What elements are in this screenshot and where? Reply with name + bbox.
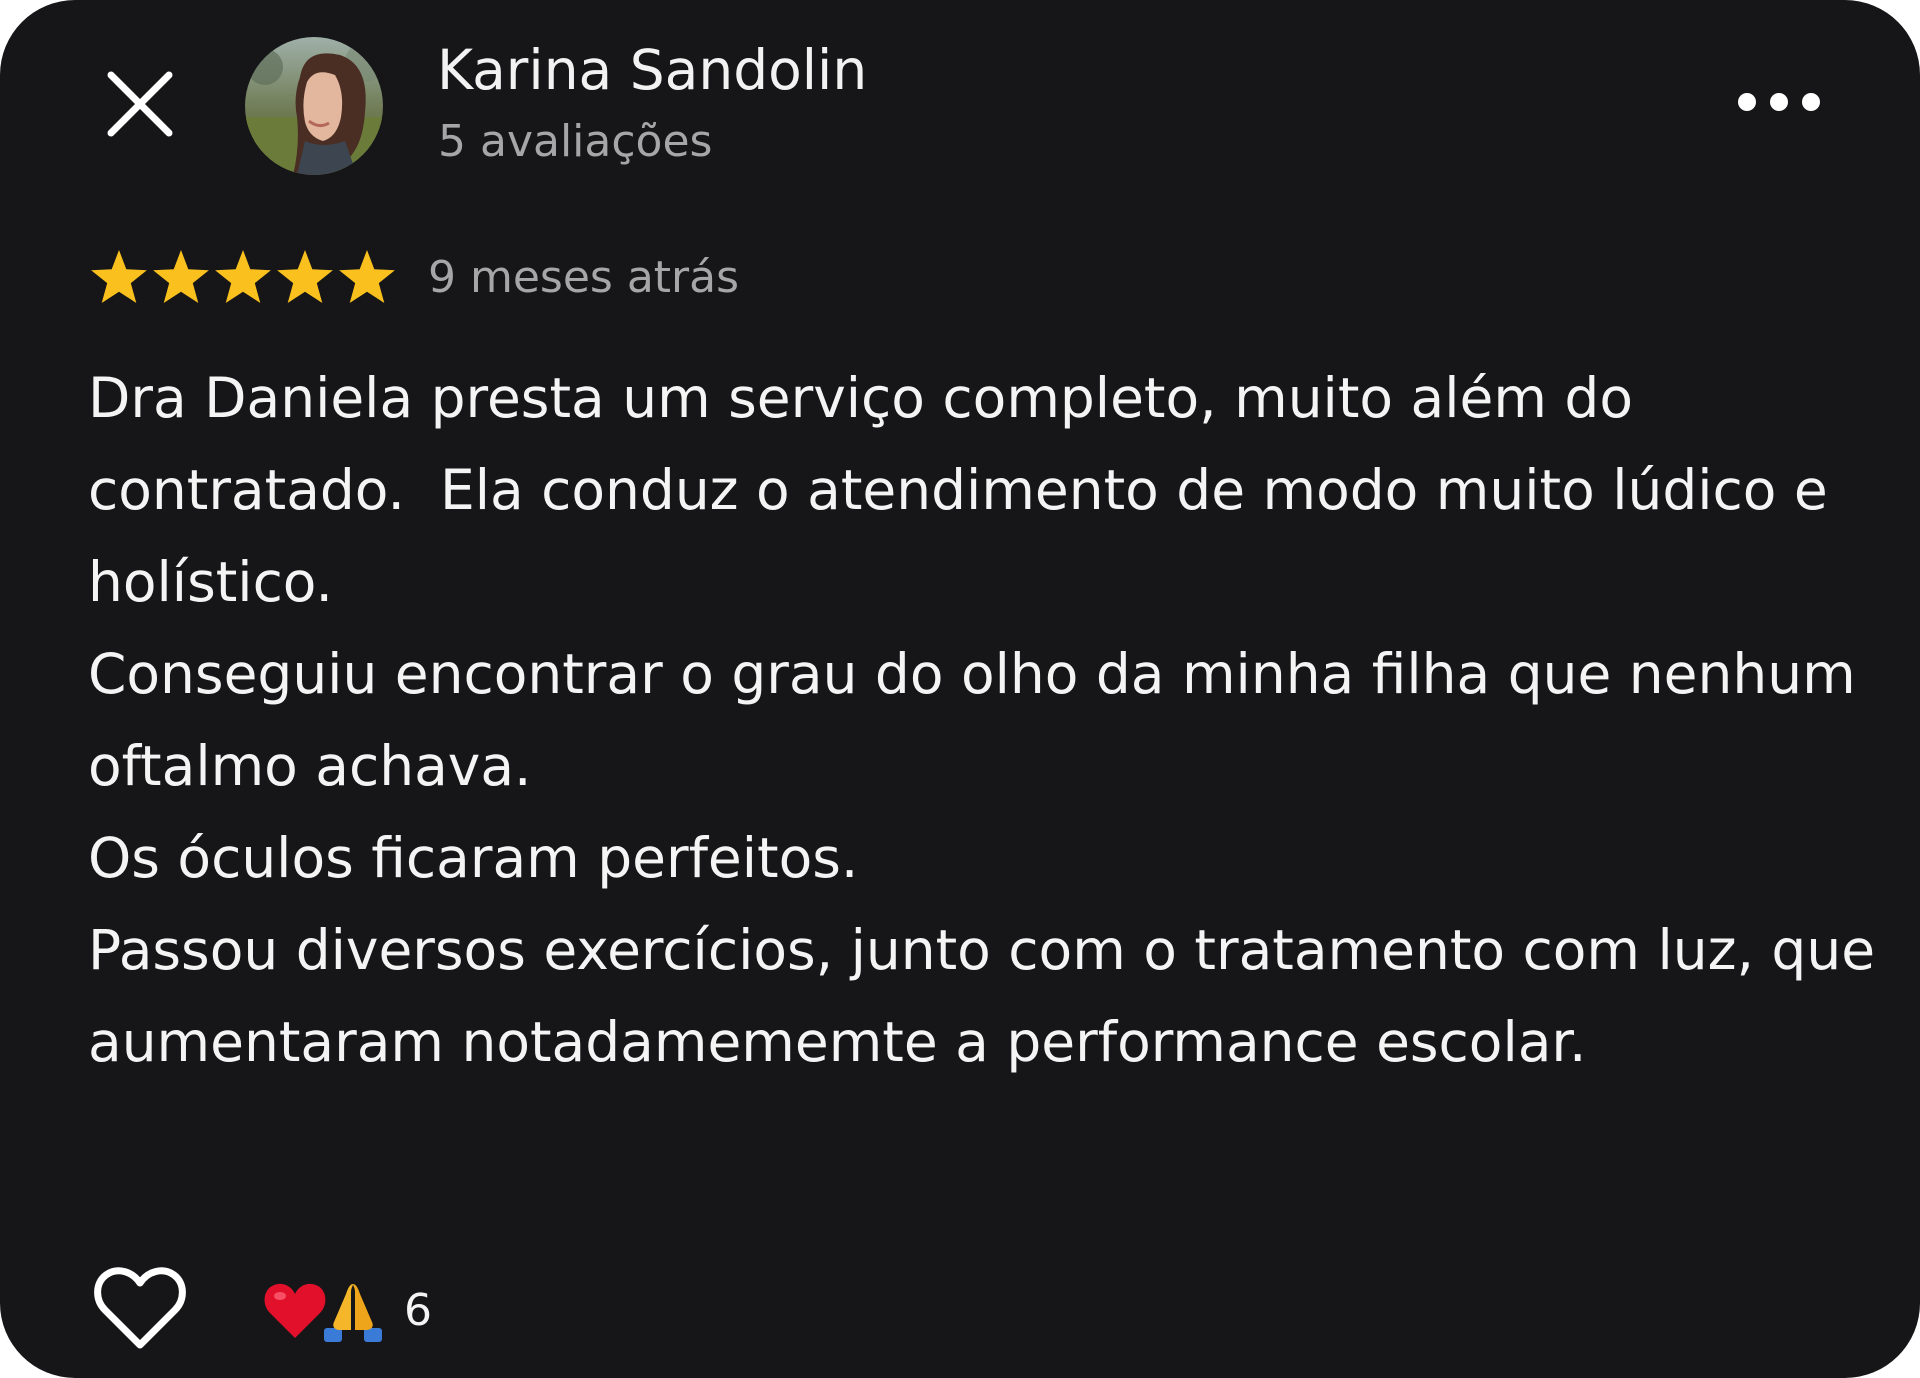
avatar[interactable] bbox=[245, 37, 383, 175]
star-icon bbox=[153, 250, 209, 303]
like-button[interactable] bbox=[92, 1265, 188, 1351]
review-card: Karina Sandolin 5 avaliações 9 meses atr… bbox=[0, 0, 1920, 1378]
reaction-count: 6 bbox=[404, 1285, 432, 1336]
star-icon bbox=[91, 250, 147, 303]
review-paragraph: Conseguiu encontrar o grau do olho da mi… bbox=[88, 642, 1874, 798]
star-icon bbox=[339, 250, 395, 303]
author-name[interactable]: Karina Sandolin bbox=[437, 35, 867, 105]
review-paragraph: Os óculos ficaram perfeitos. bbox=[88, 826, 859, 890]
star-icon bbox=[215, 250, 271, 303]
review-count[interactable]: 5 avaliações bbox=[438, 112, 712, 172]
close-icon bbox=[107, 71, 173, 137]
review-paragraph: Dra Daniela presta um serviço completo, … bbox=[88, 366, 1846, 614]
heart-outline-icon bbox=[94, 1267, 186, 1349]
red-heart-icon bbox=[264, 1283, 326, 1338]
close-button[interactable] bbox=[96, 60, 184, 148]
reactions-summary[interactable]: 6 bbox=[262, 1275, 432, 1347]
folded-hands-icon bbox=[324, 1284, 382, 1342]
more-options-button[interactable] bbox=[1735, 82, 1825, 122]
star-rating bbox=[88, 247, 398, 309]
review-paragraph: Passou diversos exercícios, junto com o … bbox=[88, 918, 1893, 1074]
star-icon bbox=[277, 250, 333, 303]
more-options-icon bbox=[1738, 93, 1820, 111]
review-date: 9 meses atrás bbox=[428, 252, 740, 303]
review-body: Dra Daniela presta um serviço completo, … bbox=[88, 352, 1878, 1088]
